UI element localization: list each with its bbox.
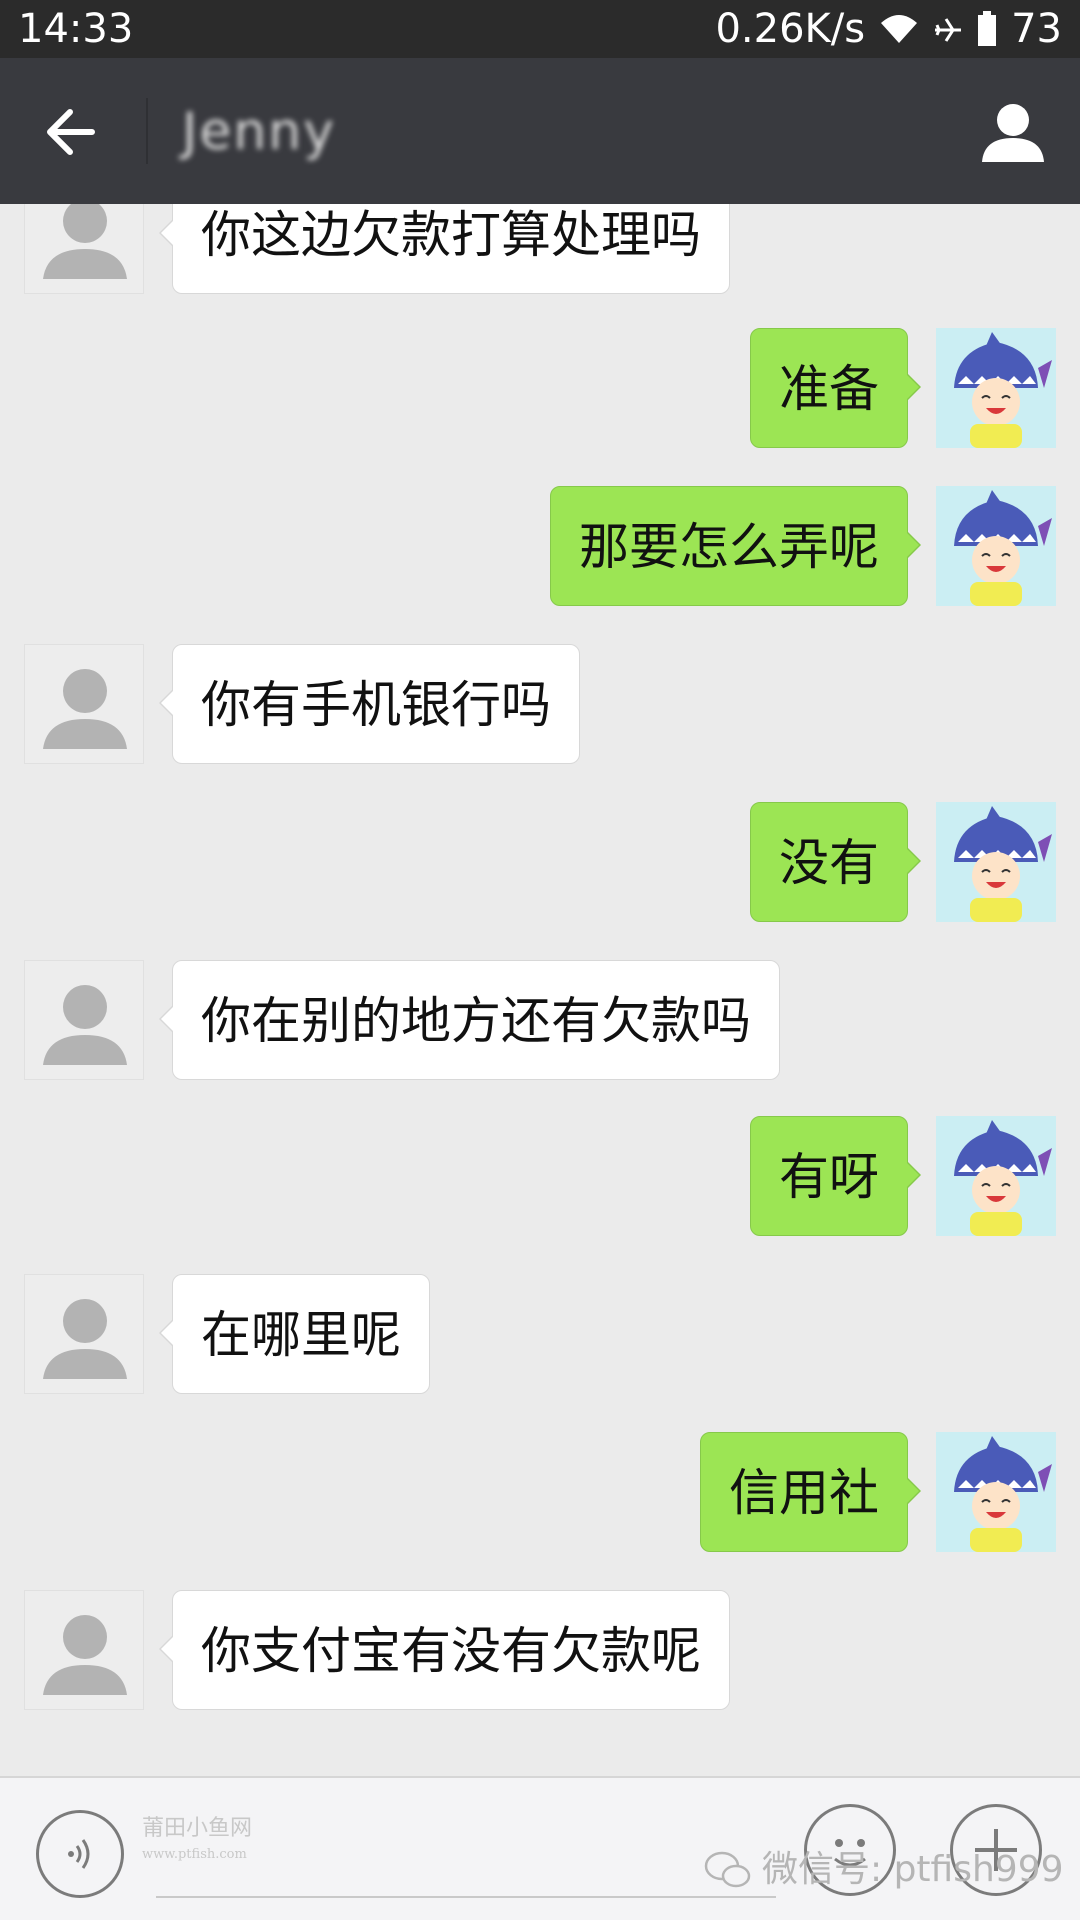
contact-avatar[interactable] [24,644,144,764]
arrow-left-icon [47,109,95,155]
cartoon-shark-avatar-icon [936,802,1056,922]
airplane-icon [935,18,962,42]
voice-icon [68,1839,90,1869]
default-person-icon [43,1615,127,1695]
default-person-icon [43,669,127,749]
my-avatar[interactable] [936,802,1056,922]
message-bubble-incoming[interactable]: 你支付宝有没有欠款呢 [159,1590,730,1710]
default-person-icon [43,985,127,1065]
nav-divider [146,98,148,164]
chat-message-list[interactable]: 你这边欠款打算处理吗 准备 那要怎么弄呢 你有手机银行吗 没有 你在别的地方还有… [0,204,1080,1776]
cartoon-shark-avatar-icon [936,328,1056,448]
default-person-icon [43,204,127,279]
watermark-site-logo: 莆田小鱼网 www.ptfish.com [142,1816,252,1868]
my-avatar[interactable] [936,486,1056,606]
cartoon-shark-avatar-icon [936,1116,1056,1236]
message-bubble-incoming[interactable]: 在哪里呢 [159,1274,430,1394]
back-button[interactable] [40,102,106,162]
my-avatar[interactable] [936,1116,1056,1236]
message-bubble-outgoing[interactable]: 没有 [750,802,921,922]
my-avatar[interactable] [936,328,1056,448]
chat-header: Jenny [0,58,1080,204]
my-avatar[interactable] [936,1432,1056,1552]
message-bubble-outgoing[interactable]: 信用社 [700,1432,921,1552]
contact-avatar[interactable] [24,960,144,1080]
cartoon-shark-avatar-icon [936,1432,1056,1552]
wechat-logo-icon [704,1851,751,1888]
status-bar: 14:33 0.26K/s 73 [0,0,1080,58]
battery-level: 73 [1011,6,1062,52]
network-speed: 0.26K/s [715,6,866,52]
status-time: 14:33 [18,6,134,52]
chat-input-bar: 莆田小鱼网 www.ptfish.com 微信号: ptfish999 [0,1776,1080,1920]
default-person-icon [43,1299,127,1379]
watermark-site-url: www.ptfish.com [142,1847,247,1862]
message-bubble-incoming[interactable]: 你这边欠款打算处理吗 [159,204,730,294]
status-icons: 0.26K/s 73 [715,6,1062,52]
watermark-wechat-id: 微信号: ptfish999 [704,1850,1064,1890]
message-bubble-incoming[interactable]: 你在别的地方还有欠款吗 [159,960,780,1080]
profile-button[interactable] [980,100,1046,164]
contact-avatar[interactable] [24,1274,144,1394]
person-icon [982,104,1044,162]
contact-avatar[interactable] [24,1590,144,1710]
message-bubble-outgoing[interactable]: 那要怎么弄呢 [550,486,921,606]
contact-avatar[interactable] [24,204,144,294]
cartoon-shark-avatar-icon [936,486,1056,606]
message-bubble-outgoing[interactable]: 有呀 [750,1116,921,1236]
battery-icon [978,11,997,46]
wifi-icon [881,15,918,43]
message-input[interactable] [156,1896,776,1898]
message-bubble-outgoing[interactable]: 准备 [750,328,921,448]
message-bubble-incoming[interactable]: 你有手机银行吗 [159,644,580,764]
voice-button[interactable] [36,1810,124,1898]
contact-name: Jenny [182,102,337,162]
